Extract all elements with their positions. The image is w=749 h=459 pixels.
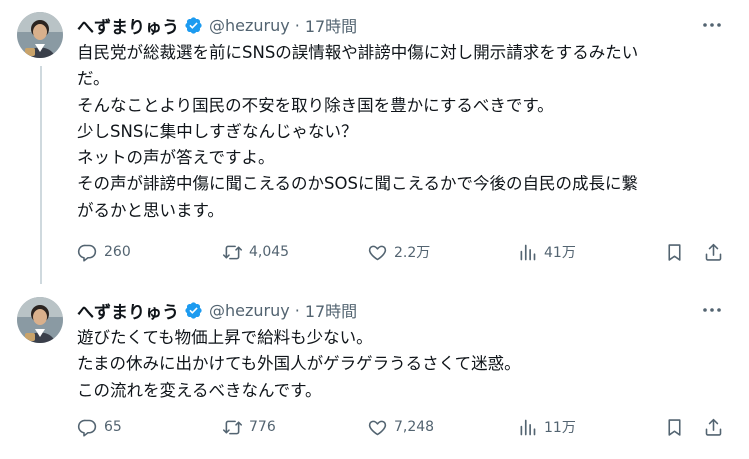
tweet-header: へずまりゅう @hezuruy · 17時間 xyxy=(77,13,357,38)
handle[interactable]: @hezuruy xyxy=(209,301,290,320)
tweet-text: 自民党が総裁選を前にSNSの誤情報や誹謗中傷に対し開示請求をするみたい だ。 そ… xyxy=(77,40,732,224)
retweet-icon xyxy=(222,417,243,438)
tweet-text-line: たまの休みに出かけても外国人がゲラゲラうるさくて迷惑。 xyxy=(77,354,521,374)
share-button[interactable] xyxy=(703,415,724,439)
view-count: 11万 xyxy=(544,420,576,436)
tweet-text-line: 自民党が総裁選を前にSNSの誤情報や誹謗中傷に対し開示請求をするみたい xyxy=(77,43,639,62)
retweet-count: 4,045 xyxy=(249,244,290,260)
retweet-button[interactable]: 776 xyxy=(222,415,276,439)
views-icon xyxy=(517,242,538,263)
display-name[interactable]: へずまりゅう xyxy=(77,13,179,38)
tweet-text-line: 遊びたくても物価上昇で給料も少ない。 xyxy=(77,328,373,347)
tweet[interactable]: へずまりゅう @hezuruy · 17時間 自民党が総裁選を前にSNSの誤情報… xyxy=(0,0,749,285)
like-count: 2.2万 xyxy=(394,245,431,261)
bookmark-button[interactable] xyxy=(664,415,685,439)
verified-badge-icon xyxy=(184,301,203,320)
tweet-text-line: だ。 xyxy=(77,69,110,89)
timestamp[interactable]: 17時間 xyxy=(305,13,357,37)
like-button[interactable]: 7,248 xyxy=(367,415,434,439)
bookmark-icon xyxy=(664,417,685,438)
reply-icon xyxy=(77,242,98,263)
tweet-text-line: この流れを変えるべきなんです。 xyxy=(77,380,322,400)
more-icon[interactable] xyxy=(700,298,724,322)
avatar[interactable] xyxy=(17,297,63,343)
like-button[interactable]: 2.2万 xyxy=(367,240,430,264)
retweet-icon xyxy=(222,242,243,263)
reply-button[interactable]: 65 xyxy=(77,415,122,439)
share-icon xyxy=(703,417,724,438)
tweet-text-line: 少しSNSに集中しすぎなんじゃない？ xyxy=(77,121,358,141)
avatar[interactable] xyxy=(17,12,63,58)
tweet-text: 遊びたくても物価上昇で給料も少ない。 たまの休みに出かけても外国人がゲラゲラうる… xyxy=(77,325,732,404)
tweet-text-line: ネットの声が答えですよ。 xyxy=(77,148,275,168)
tweet-header: へずまりゅう @hezuruy · 17時間 xyxy=(77,298,357,323)
reply-count: 260 xyxy=(104,244,131,260)
separator-dot: · xyxy=(294,15,300,35)
bookmark-button[interactable] xyxy=(664,240,685,264)
share-button[interactable] xyxy=(703,240,724,264)
reply-icon xyxy=(77,417,98,438)
views-button[interactable]: 41万 xyxy=(517,240,576,264)
tweet-text-line: そんなことより国民の不安を取り除き国を豊かにするべきです。 xyxy=(77,95,554,115)
tweet[interactable]: へずまりゅう @hezuruy · 17時間 遊びたくても物価上昇で給料も少ない… xyxy=(0,285,749,459)
separator-dot: · xyxy=(294,300,300,320)
like-icon xyxy=(367,242,388,263)
more-icon[interactable] xyxy=(700,13,724,37)
share-icon xyxy=(703,242,724,263)
timestamp[interactable]: 17時間 xyxy=(305,298,357,322)
tweet-text-line: その声が誹謗中傷に聞こえるのかSOSに聞こえるかで今後の自民の成長に繋 xyxy=(77,174,638,194)
views-button[interactable]: 11万 xyxy=(517,415,576,439)
bookmark-icon xyxy=(664,242,685,263)
tweet-text-line: がるかと思います。 xyxy=(77,200,224,220)
retweet-button[interactable]: 4,045 xyxy=(222,240,289,264)
handle[interactable]: @hezuruy xyxy=(209,16,290,35)
action-bar: 260 4,045 2.2万 41万 xyxy=(77,240,732,264)
like-count: 7,248 xyxy=(394,419,435,435)
display-name[interactable]: へずまりゅう xyxy=(77,298,179,323)
verified-badge-icon xyxy=(184,16,203,35)
reply-button[interactable]: 260 xyxy=(77,240,131,264)
views-icon xyxy=(517,417,538,438)
reply-count: 65 xyxy=(104,419,122,435)
view-count: 41万 xyxy=(544,245,576,261)
action-bar: 65 776 7,248 11万 xyxy=(77,415,732,439)
retweet-count: 776 xyxy=(249,419,276,435)
like-icon xyxy=(367,417,388,438)
